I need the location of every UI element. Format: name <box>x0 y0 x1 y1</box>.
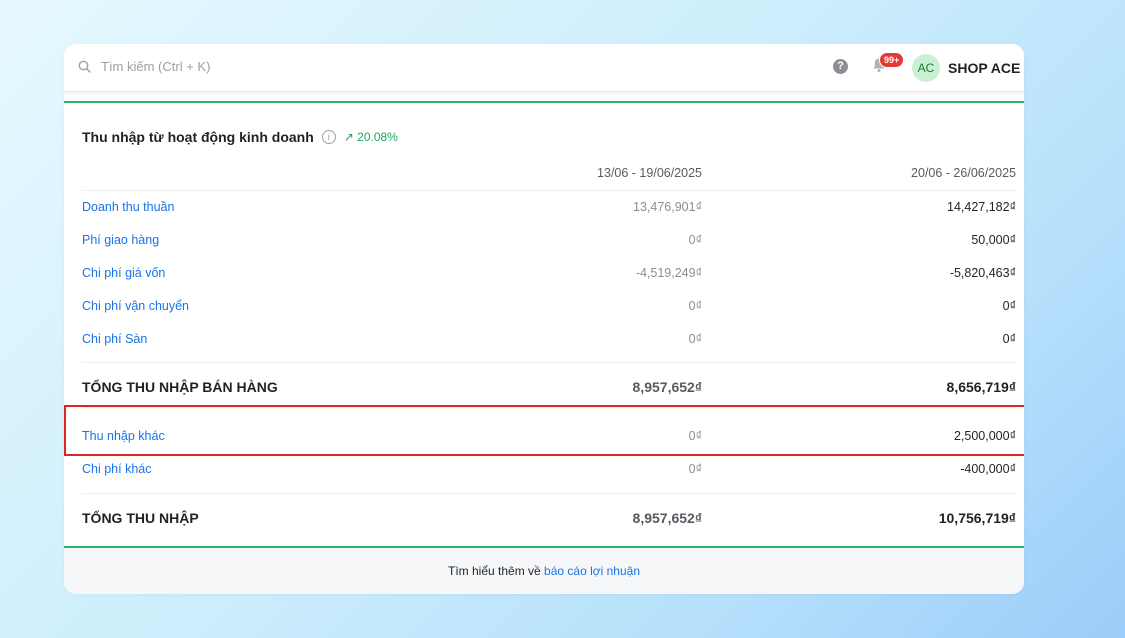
trend-badge: ↗ 20.08% <box>343 130 398 144</box>
row-sales-total: TỔNG THU NHẬP BÁN HÀNG 8,957,652₫ 8,656,… <box>82 371 1016 404</box>
search-icon <box>78 60 91 73</box>
row-value-period-2: -5,820,463₫ <box>949 266 1016 280</box>
row-label[interactable]: Chi phí giá vốn <box>82 266 165 280</box>
row-marketplace-fee: Chi phí Sàn 0₫ 0₫ <box>82 323 1016 356</box>
row-value-period-2: 0₫ <box>1002 332 1016 346</box>
row-value-period-2: 50,000₫ <box>971 233 1016 247</box>
row-value-period-2: -400,000₫ <box>960 462 1016 476</box>
row-value-period-2: 14,427,182₫ <box>947 200 1016 214</box>
row-label[interactable]: Doanh thu thuần <box>82 200 174 214</box>
row-value-period-2: 8,656,719₫ <box>946 379 1016 395</box>
footer-text: Tìm hiểu thêm về <box>448 564 541 578</box>
divider <box>82 362 1016 363</box>
row-value-period-1: 0₫ <box>688 429 702 443</box>
row-label[interactable]: Chi phí khác <box>82 462 151 476</box>
search-box[interactable] <box>78 58 403 75</box>
column-header-period-1: 13/06 - 19/06/2025 <box>597 166 702 180</box>
row-shipping-fee: Phí giao hàng 0₫ 50,000₫ <box>82 224 1016 257</box>
divider <box>82 493 1016 494</box>
row-label: TỔNG THU NHẬP BÁN HÀNG <box>82 379 278 395</box>
profit-report-link[interactable]: báo cáo lợi nhuận <box>544 564 640 578</box>
info-icon[interactable]: i <box>321 130 336 144</box>
row-value-period-2: 2,500,000₫ <box>953 429 1016 443</box>
row-label[interactable]: Phí giao hàng <box>82 233 159 247</box>
row-value-period-1: 8,957,652₫ <box>632 379 702 395</box>
avatar[interactable]: AC <box>912 54 940 82</box>
row-label[interactable]: Chi phí Sàn <box>82 332 147 346</box>
row-net-revenue: Doanh thu thuần 13,476,901₫ 14,427,182₫ <box>82 191 1016 224</box>
row-value-period-1: 0₫ <box>688 332 702 346</box>
row-label: TỔNG THU NHẬP <box>82 510 199 526</box>
report-title: Thu nhập từ hoạt động kinh doanh i ↗ 20.… <box>82 129 398 145</box>
help-circle-icon[interactable]: ? <box>833 59 848 74</box>
row-value-period-2: 0₫ <box>1002 299 1016 313</box>
row-value-period-1: 8,957,652₫ <box>632 510 702 526</box>
report-title-text: Thu nhập từ hoạt động kinh doanh <box>82 129 314 145</box>
row-value-period-1: 0₫ <box>688 233 702 247</box>
row-other-expense: Chi phí khác 0₫ -400,000₫ <box>82 453 1016 486</box>
row-value-period-1: 13,476,901₫ <box>633 200 702 214</box>
row-other-income: Thu nhập khác 0₫ 2,500,000₫ <box>82 420 1016 453</box>
row-cost-of-goods: Chi phí giá vốn -4,519,249₫ -5,820,463₫ <box>82 257 1016 290</box>
search-input[interactable] <box>99 58 403 75</box>
shop-name[interactable]: SHOP ACE <box>948 60 1020 76</box>
notification-badge[interactable]: 99+ <box>879 52 905 68</box>
report-card: ? 99+ AC SHOP ACE Thu nhập từ hoạt động … <box>64 44 1024 594</box>
row-value-period-2: 10,756,719₫ <box>938 510 1016 526</box>
row-value-period-1: -4,519,249₫ <box>635 266 702 280</box>
column-header-period-2: 20/06 - 26/06/2025 <box>911 166 1016 180</box>
top-bar: ? 99+ AC SHOP ACE <box>64 44 1024 92</box>
income-report-section: Thu nhập từ hoạt động kinh doanh i ↗ 20.… <box>64 101 1024 549</box>
row-value-period-1: 0₫ <box>688 299 702 313</box>
row-label[interactable]: Thu nhập khác <box>82 429 165 443</box>
row-transport-cost: Chi phí vận chuyển 0₫ 0₫ <box>82 290 1016 323</box>
row-label[interactable]: Chi phí vận chuyển <box>82 299 189 313</box>
footer: Tìm hiểu thêm về báo cáo lợi nhuận <box>64 548 1024 594</box>
row-value-period-1: 0₫ <box>688 462 702 476</box>
row-grand-total: TỔNG THU NHẬP 8,957,652₫ 10,756,719₫ <box>82 502 1016 535</box>
